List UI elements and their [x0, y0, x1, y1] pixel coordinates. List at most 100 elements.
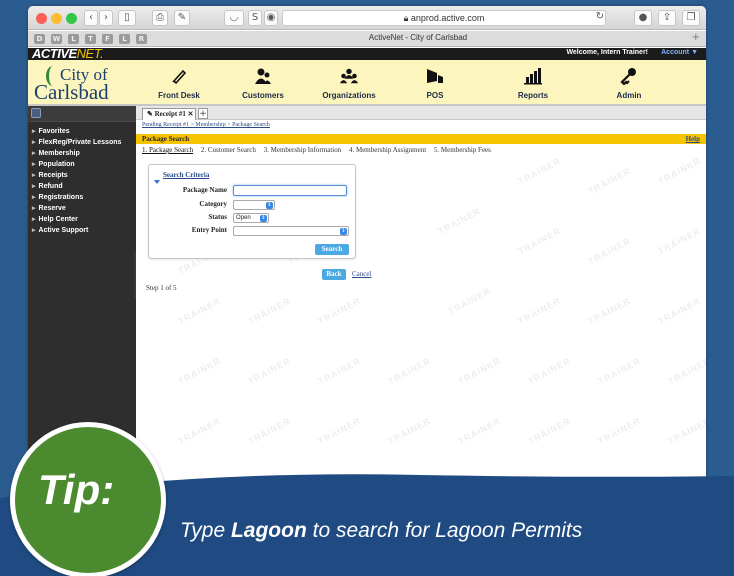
step-membership-fees: 5. Membership Fees [433, 146, 491, 154]
search-criteria-panel: Search Criteria Package Name Category ⇕ … [148, 164, 356, 259]
sidebar-item-active-support[interactable]: ▸ Active Support [28, 225, 136, 236]
bookmark-icon-4[interactable]: T [85, 34, 96, 44]
step-membership-information: 3. Membership Information [263, 146, 342, 154]
tip-keyword: Lagoon [230, 519, 307, 542]
pos-icon [425, 66, 445, 86]
watermark: TRAINER [316, 415, 363, 447]
watermark: TRAINER [246, 475, 293, 507]
new-tab-icon[interactable]: + [692, 32, 700, 43]
sidebar-item-population[interactable]: ▸ Population [28, 159, 136, 170]
watermark: TRAINER [516, 295, 563, 327]
entry-point-label: Entry Point [191, 226, 227, 234]
page-title: Package Search [142, 135, 190, 143]
bookmark-icon-5[interactable]: F [102, 34, 113, 44]
search-criteria-toggle[interactable]: Search Criteria [154, 171, 209, 184]
sidebar-toggle-icon[interactable]: ▯ [118, 10, 136, 26]
back-button[interactable]: Back [322, 269, 346, 280]
organizations-icon [339, 66, 359, 86]
pencil-icon [169, 66, 189, 86]
step-package-search: 1. Package Search [142, 146, 194, 154]
watermark: TRAINER [526, 355, 573, 387]
address-bar[interactable]: 🔒︎ anprod.active.com [282, 10, 606, 26]
welcome-text: Welcome, Intern Trainer! [566, 49, 648, 56]
forward-nav-icon[interactable]: › [99, 10, 113, 26]
category-label: Category [199, 200, 227, 208]
receipt-tabs: ✎ Receipt #1 ✕ + [136, 106, 706, 120]
maximize-window-button[interactable] [66, 13, 77, 24]
tab-receipt-1[interactable]: ✎ Receipt #1 ✕ [142, 108, 196, 120]
sidebar-item-flexreg[interactable]: ▸ FlexReg/Private Lessons [28, 137, 136, 148]
extension-circle-icon[interactable]: ◉ [264, 10, 278, 26]
watermark: TRAINER [316, 475, 363, 507]
edit-icon[interactable]: ✎ [174, 10, 190, 26]
watermark: TRAINER [656, 155, 703, 187]
category-select[interactable]: ⇕ [233, 200, 275, 210]
sidebar-item-registrations[interactable]: ▸ Registrations [28, 192, 136, 203]
watermark: TRAINER [596, 415, 643, 447]
step-membership-assignment: 4. Membership Assignment [348, 146, 427, 154]
extension-s-icon[interactable]: S [248, 10, 262, 26]
bookmark-icon-3[interactable]: L [68, 34, 79, 44]
watermark: TRAINER [456, 415, 503, 447]
watermark: TRAINER [436, 205, 483, 237]
sidebar-item-help-center[interactable]: ▸ Help Center [28, 214, 136, 225]
tab-title[interactable]: ActiveNet - City of Carlsbad [268, 33, 568, 42]
main-content: ✎ Receipt #1 ✕ + Pending Receipt #1 > Me… [136, 106, 706, 546]
nav-front-desk[interactable]: Front Desk [134, 60, 224, 106]
nav-customers[interactable]: Customers [218, 60, 308, 106]
back-nav-icon[interactable]: ‹ [84, 10, 98, 26]
shield-icon[interactable]: ◡ [224, 10, 244, 26]
nav-organizations[interactable]: Organizations [304, 60, 394, 106]
nav-reports[interactable]: Reports [488, 60, 578, 106]
add-receipt-button[interactable]: + [198, 108, 208, 119]
sidebar-item-reserve[interactable]: ▸ Reserve [28, 203, 136, 214]
share-icon[interactable]: ⇪ [658, 10, 676, 26]
package-name-input[interactable] [233, 185, 347, 196]
lock-icon: 🔒︎ [403, 13, 409, 23]
tip-label: Tip: [38, 466, 115, 513]
watermark: TRAINER [176, 475, 223, 507]
watermark: TRAINER [176, 355, 223, 387]
bookmark-icon-2[interactable]: W [51, 34, 62, 44]
cancel-link[interactable]: Cancel [352, 270, 371, 278]
breadcrumb[interactable]: Pending Receipt #1 > Membership > Packag… [142, 122, 270, 128]
bookmark-icon-1[interactable]: D [34, 34, 45, 44]
help-link[interactable]: Help [686, 134, 700, 144]
sidebar-item-receipts[interactable]: ▸ Receipts [28, 170, 136, 181]
sidebar-header [28, 106, 136, 122]
nav-admin[interactable]: Admin [584, 60, 674, 106]
wizard-steps: 1. Package Search 2. Customer Search 3. … [142, 146, 497, 154]
nav-pos[interactable]: POS [390, 60, 480, 106]
activenet-logo: ACTIVENET. [32, 46, 104, 61]
search-button[interactable]: Search [315, 244, 349, 255]
watermark: TRAINER [666, 355, 706, 387]
chevron-updown-icon: ⇕ [340, 228, 347, 235]
close-window-button[interactable] [36, 13, 47, 24]
bookmark-icon-6[interactable]: L [119, 34, 130, 44]
entry-point-select[interactable]: ⇕ [233, 226, 349, 236]
watermark: TRAINER [316, 355, 363, 387]
receipt-edit-icon: ✎ [147, 110, 155, 118]
triangle-down-icon [154, 180, 160, 184]
watermark: TRAINER [456, 355, 503, 387]
sidebar-item-membership[interactable]: ▸ Membership [28, 148, 136, 159]
sidebar-menu-icon[interactable] [31, 108, 41, 118]
print-icon[interactable]: ⎙ [152, 10, 168, 26]
watermark: TRAINER [386, 475, 433, 507]
tabs-overview-icon[interactable]: ❐ [682, 10, 700, 26]
bookmark-icon-7[interactable]: R [136, 34, 147, 44]
watermark: TRAINER [246, 355, 293, 387]
minimize-window-button[interactable] [51, 13, 62, 24]
watermark: TRAINER [666, 415, 706, 447]
city-logo[interactable]: City of Carlsbad [32, 64, 132, 104]
downloads-icon[interactable]: ● [634, 10, 652, 26]
watermark: TRAINER [176, 415, 223, 447]
watermark: TRAINER [596, 355, 643, 387]
sidebar-item-favorites[interactable]: ▸ Favorites [28, 126, 136, 137]
watermark: TRAINER [526, 415, 573, 447]
account-menu[interactable]: Account ▼ [661, 49, 698, 56]
watermark: TRAINER [246, 295, 293, 327]
sidebar-item-refund[interactable]: ▸ Refund [28, 181, 136, 192]
status-select[interactable]: Open ⇕ [233, 213, 269, 223]
reload-icon[interactable]: ↻ [594, 10, 606, 26]
